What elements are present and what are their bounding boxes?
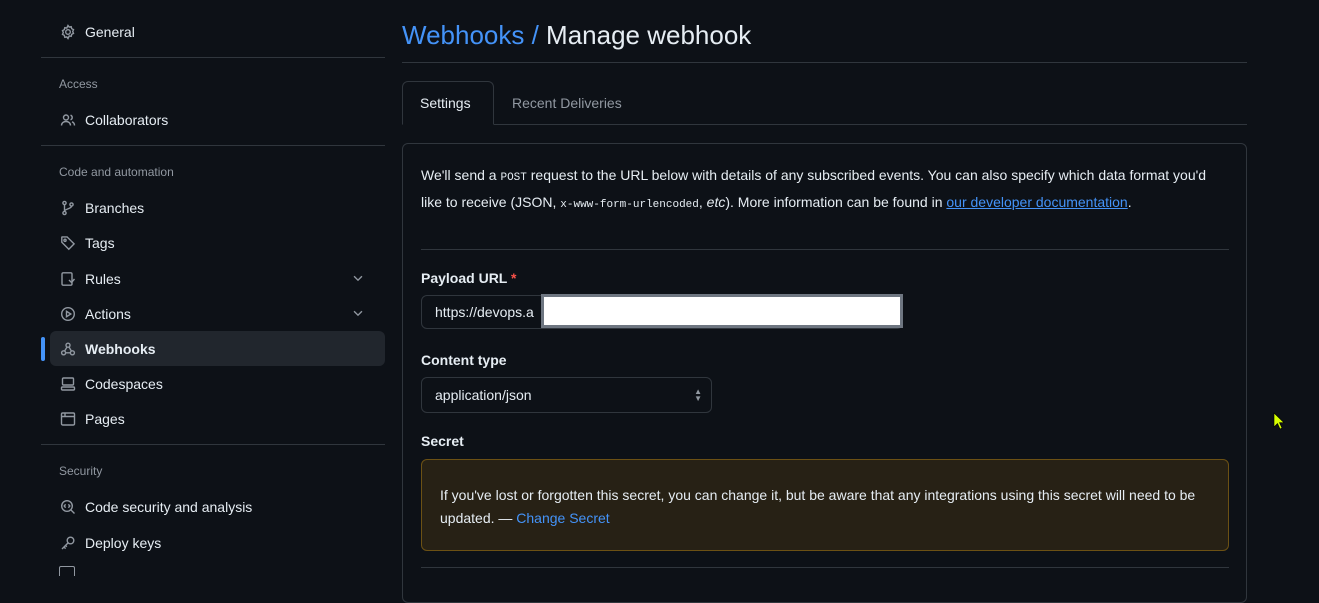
redaction-box [541,294,903,328]
sidebar-item-label: Actions [85,305,131,322]
intro-text: We'll send a POST request to the URL bel… [421,164,1211,217]
intro-part: . [1127,193,1132,210]
gear-icon [59,23,76,40]
etc-text: etc [706,193,726,210]
divider [41,57,385,58]
browser-icon [59,410,76,427]
sidebar-item-webhooks[interactable]: Webhooks [41,331,385,366]
sidebar-item-label: General [85,23,135,40]
sidebar-item-label: Collaborators [85,111,169,128]
sidebar-item-label: Code security and analysis [85,498,253,515]
sidebar-item-branches[interactable]: Branches [41,190,385,225]
codespaces-icon [59,375,76,392]
rules-icon [59,270,76,287]
intro-part: ). More information can be found in [725,193,947,210]
sidebar-item-rules[interactable]: Rules [41,261,385,296]
intro-part: We'll send a [421,167,501,183]
play-icon [59,305,76,322]
divider [41,145,385,146]
divider [402,62,1247,63]
divider [421,567,1229,568]
page-title-text: Manage webhook [546,20,752,50]
tag-icon [59,234,76,251]
urlencoded-code: x-www-form-urlencoded [560,198,699,211]
payload-url-label: Payload URL * [421,270,516,286]
chevron-down-icon[interactable] [351,306,365,323]
chevron-down-icon[interactable] [351,271,365,288]
sidebar-item-label: Deploy keys [85,534,162,551]
partial-icon [59,566,75,576]
intro-part: , [698,193,707,210]
sidebar-item-actions[interactable]: Actions [41,296,385,331]
sidebar-item-pages[interactable]: Pages [41,401,385,436]
group-title-access: Access [59,77,98,91]
codescan-icon [59,498,76,515]
tab-recent-deliveries[interactable]: Recent Deliveries [495,81,639,125]
post-code: POST [500,172,527,184]
payload-url-value: https://devops.a [435,304,534,320]
key-icon [59,534,76,551]
page-title: Webhooks / Manage webhook [402,20,751,51]
select-arrows-icon: ▲ ▼ [694,387,702,403]
sidebar-item-label: Pages [85,410,125,427]
mouse-cursor-icon [1273,412,1285,433]
sidebar-item-collaborators[interactable]: Collaborators [41,102,385,137]
sidebar-item-label: Codespaces [85,375,163,392]
tab-settings[interactable]: Settings [402,81,494,125]
sidebar-item-codespaces[interactable]: Codespaces [41,366,385,401]
sidebar-item-label: Webhooks [85,340,156,357]
branch-icon [59,199,76,216]
divider [41,444,385,445]
label-text: Payload URL [421,270,508,286]
sidebar-item-deploy-keys[interactable]: Deploy keys [41,525,385,560]
secret-label: Secret [421,433,464,449]
content-type-label: Content type [421,352,507,368]
sidebar-item-label: Branches [85,199,145,216]
webhook-form: We'll send a POST request to the URL bel… [402,143,1247,603]
secret-warning: If you've lost or forgotten this secret,… [421,459,1229,551]
developer-docs-link[interactable]: our developer documentation [946,194,1127,210]
breadcrumb-separator: / [524,20,547,50]
group-title-security: Security [59,464,103,478]
content-type-select[interactable]: application/json ▲ ▼ [421,377,712,413]
webhook-icon [59,340,76,357]
group-title-code-automation: Code and automation [59,165,174,179]
required-mark: * [511,270,517,286]
tab-bar: Settings Recent Deliveries [402,81,1247,125]
sidebar-item-code-security[interactable]: Code security and analysis [41,489,385,524]
content-type-value: application/json [435,387,532,403]
sidebar-item-label: Rules [85,270,121,287]
people-icon [59,111,76,128]
sidebar-item-label: Tags [85,234,115,251]
sidebar-item-general[interactable]: General [41,14,385,49]
change-secret-link[interactable]: Change Secret [516,510,609,526]
sidebar-item-tags[interactable]: Tags [41,225,385,260]
breadcrumb-webhooks[interactable]: Webhooks [402,20,524,50]
divider [421,249,1229,250]
